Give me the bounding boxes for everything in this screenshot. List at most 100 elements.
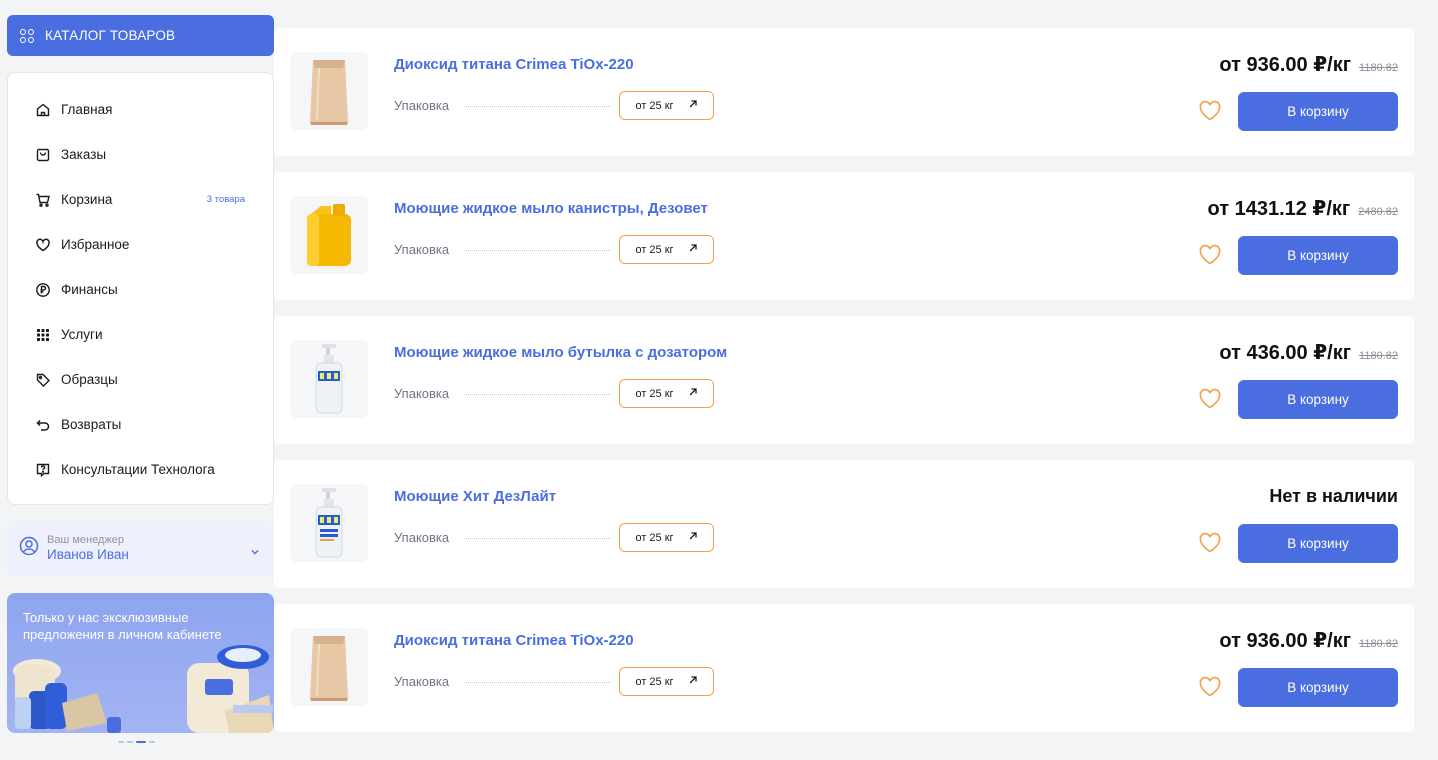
leader-dots xyxy=(464,250,611,251)
arrow-up-right-icon xyxy=(688,243,698,256)
out-of-stock-label: Нет в наличии xyxy=(1269,486,1398,506)
add-to-cart-button[interactable]: В корзину xyxy=(1238,236,1398,275)
leader-dots xyxy=(464,106,611,107)
sidebar-item-finance[interactable]: Финансы xyxy=(8,267,273,312)
pagination-dot[interactable] xyxy=(118,741,124,743)
sidebar-item-cart[interactable]: Корзина 3 товара xyxy=(8,177,273,222)
pack-size-button[interactable]: от 25 кг xyxy=(619,379,714,408)
current-price: от 936.00 ₽/кг xyxy=(1219,54,1352,76)
leader-dots xyxy=(464,394,611,395)
promo-pagination[interactable] xyxy=(118,741,155,743)
heart-icon xyxy=(35,237,51,253)
product-image-yellow-canister[interactable] xyxy=(290,196,368,274)
pack-size-value: от 25 кг xyxy=(635,243,674,256)
pack-label: Упаковка xyxy=(394,674,450,689)
price-block: от 936.00 ₽/кг 1180.82 xyxy=(1219,52,1398,77)
manager-selector[interactable]: Ваш менеджер Иванов Иван xyxy=(7,521,274,576)
pack-size-value: от 25 кг xyxy=(635,675,674,688)
favorite-heart-icon[interactable] xyxy=(1198,532,1222,554)
pack-size-value: от 25 кг xyxy=(635,99,674,112)
catalog-grid-icon xyxy=(20,28,34,43)
cart-icon xyxy=(35,192,51,208)
grid-dots-icon xyxy=(35,327,51,343)
pack-label: Упаковка xyxy=(394,98,450,113)
product-title[interactable]: Моющие жидкое мыло канистры, Дезовет xyxy=(394,200,708,217)
product-title[interactable]: Диоксид титана Crimea TiOx-220 xyxy=(394,632,634,649)
user-circle-icon xyxy=(19,536,39,561)
price-block: от 1431.12 ₽/кг 2480.82 xyxy=(1208,196,1399,221)
favorite-heart-icon[interactable] xyxy=(1198,676,1222,698)
product-card: Моющие Хит ДезЛайт Упаковка от 25 кг Нет… xyxy=(274,460,1414,588)
bag-icon xyxy=(35,147,51,163)
cart-count-badge: 3 товара xyxy=(206,194,245,205)
product-title[interactable]: Моющие жидкое мыло бутылка с дозатором xyxy=(394,344,727,361)
leader-dots xyxy=(464,682,611,683)
sidebar-item-returns[interactable]: Возвраты xyxy=(8,402,273,447)
ruble-icon xyxy=(35,282,51,298)
favorite-heart-icon[interactable] xyxy=(1198,244,1222,266)
current-price: от 1431.12 ₽/кг xyxy=(1207,198,1351,220)
sidebar-item-label: Финансы xyxy=(61,282,118,297)
arrow-up-right-icon xyxy=(688,531,698,544)
arrow-up-right-icon xyxy=(688,99,698,112)
sidebar-item-label: Возвраты xyxy=(61,417,122,432)
sidebar-item-home[interactable]: Главная xyxy=(8,87,273,132)
product-card: Диоксид титана Crimea TiOx-220 Упаковка … xyxy=(274,28,1414,156)
current-price: от 436.00 ₽/кг xyxy=(1219,342,1352,364)
sidebar-item-services[interactable]: Услуги xyxy=(8,312,273,357)
old-price: 2480.82 xyxy=(1358,206,1398,218)
old-price: 1180.82 xyxy=(1359,638,1398,650)
home-icon xyxy=(35,102,51,118)
pack-label: Упаковка xyxy=(394,386,450,401)
pack-label: Упаковка xyxy=(394,242,450,257)
add-to-cart-button[interactable]: В корзину xyxy=(1238,668,1398,707)
add-to-cart-button[interactable]: В корзину xyxy=(1238,380,1398,419)
product-image-pump-bottle[interactable] xyxy=(290,484,368,562)
favorite-heart-icon[interactable] xyxy=(1198,100,1222,122)
pack-size-value: от 25 кг xyxy=(635,387,674,400)
pack-label: Упаковка xyxy=(394,530,450,545)
product-card: Моющие жидкое мыло бутылка с дозатором У… xyxy=(274,316,1414,444)
sidebar-item-label: Главная xyxy=(61,102,113,117)
pack-size-button[interactable]: от 25 кг xyxy=(619,523,714,552)
product-card: Диоксид титана Crimea TiOx-220 Упаковка … xyxy=(274,604,1414,732)
pack-size-button[interactable]: от 25 кг xyxy=(619,235,714,264)
sidebar-item-label: Образцы xyxy=(61,372,118,387)
product-title[interactable]: Диоксид титана Crimea TiOx-220 xyxy=(394,56,634,73)
price-block: от 936.00 ₽/кг 1180.82 xyxy=(1219,628,1398,653)
old-price: 1180.82 xyxy=(1359,62,1398,74)
product-image-pump-bottle[interactable] xyxy=(290,340,368,418)
manager-label: Ваш менеджер xyxy=(47,534,124,546)
sidebar-item-favorites[interactable]: Избранное xyxy=(8,222,273,267)
pagination-dot[interactable] xyxy=(149,741,155,743)
pagination-dot-active[interactable] xyxy=(136,741,146,743)
add-to-cart-button[interactable]: В корзину xyxy=(1238,524,1398,563)
sidebar-item-label: Избранное xyxy=(61,237,130,252)
sidebar-item-label: Корзина xyxy=(61,192,113,207)
pagination-dot[interactable] xyxy=(127,741,133,743)
add-to-cart-button[interactable]: В корзину xyxy=(1238,92,1398,131)
product-image-paper-sack[interactable] xyxy=(290,628,368,706)
promo-products-illustration xyxy=(13,645,274,733)
leader-dots xyxy=(464,538,611,539)
sidebar-item-samples[interactable]: Образцы xyxy=(8,357,273,402)
sidebar-item-consultations[interactable]: Консультации Технолога xyxy=(8,447,273,492)
product-image-paper-sack[interactable] xyxy=(290,52,368,130)
arrow-up-right-icon xyxy=(688,675,698,688)
product-card: Моющие жидкое мыло канистры, Дезовет Упа… xyxy=(274,172,1414,300)
pack-size-value: от 25 кг xyxy=(635,531,674,544)
promo-banner[interactable]: Только у нас эксклюзивные предложения в … xyxy=(7,593,274,733)
catalog-label: КАТАЛОГ ТОВАРОВ xyxy=(45,28,176,43)
favorite-heart-icon[interactable] xyxy=(1198,388,1222,410)
catalog-button[interactable]: КАТАЛОГ ТОВАРОВ xyxy=(7,15,274,56)
sidebar-item-label: Услуги xyxy=(61,327,103,342)
sidebar-item-orders[interactable]: Заказы xyxy=(8,132,273,177)
old-price: 1180.82 xyxy=(1359,350,1398,362)
sidebar-item-label: Заказы xyxy=(61,147,107,162)
pack-size-button[interactable]: от 25 кг xyxy=(619,91,714,120)
pack-size-button[interactable]: от 25 кг xyxy=(619,667,714,696)
question-chat-icon xyxy=(35,462,51,478)
product-title[interactable]: Моющие Хит ДезЛайт xyxy=(394,488,556,505)
current-price: от 936.00 ₽/кг xyxy=(1219,630,1352,652)
arrow-up-right-icon xyxy=(688,387,698,400)
